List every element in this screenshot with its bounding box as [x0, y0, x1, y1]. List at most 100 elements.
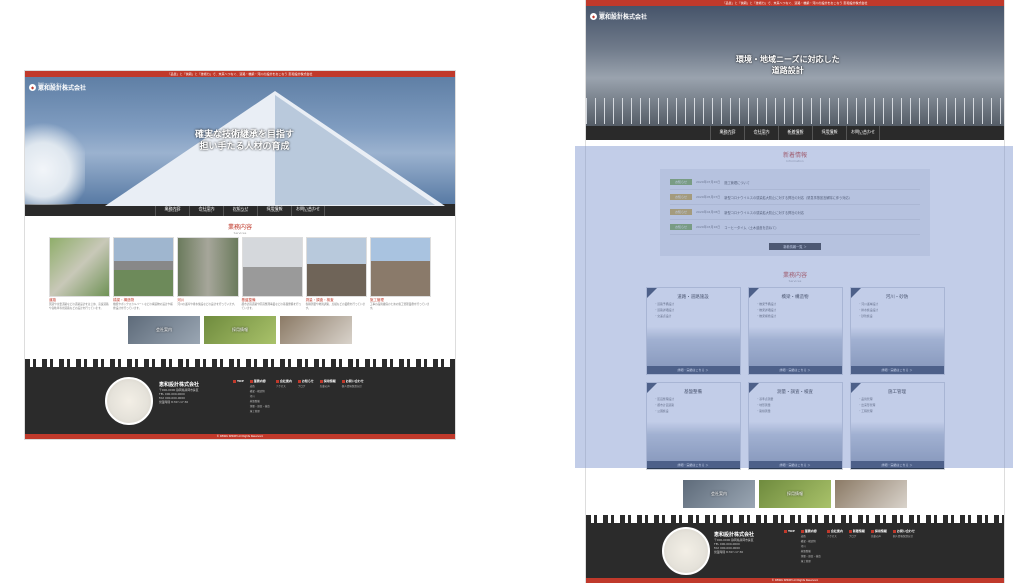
footer-sublink[interactable]: 個人情報保護方針: [342, 384, 364, 388]
footer-sublink[interactable]: 橋梁・構造物: [250, 389, 270, 393]
service-description: 橋梁やボックスカルバートなどの構造物の設計や補修設計を行っています。: [113, 303, 173, 310]
footer-links: TOP 業務内容 道路 橋梁・構造物 河川 基盤整備 測量・調査・検査 施工管理 会社案内…: [784, 529, 915, 563]
footer-link-company[interactable]: 会社案内: [826, 529, 843, 533]
banner-extra[interactable]: [835, 480, 907, 508]
nav-item-contact[interactable]: お問い合わせ Contact: [846, 126, 880, 140]
footer-link-contact[interactable]: お問い合わせ: [341, 379, 364, 383]
banner-recruit[interactable]: 採用情報: [759, 480, 831, 508]
footer-link-label: 採用情報: [874, 529, 887, 533]
footer-link-services[interactable]: 業務内容: [800, 529, 821, 533]
nav-item-company[interactable]: 会社案内 Company: [744, 126, 778, 140]
map-circle[interactable]: [662, 527, 710, 575]
banner-recruit[interactable]: 採用情報: [204, 316, 276, 345]
banner-label: 採用情報: [787, 491, 803, 496]
service-description: 各種測量や地質調査、点検などの業務を行っています。: [305, 303, 366, 310]
service-image: [305, 237, 367, 297]
footer-link-label: 会社案内: [830, 529, 843, 533]
nav-sublabel: Services: [167, 209, 178, 213]
nav-item-careers[interactable]: 採用情報 Careers: [812, 126, 846, 140]
logo-name: 恵和設計株式会社: [599, 14, 648, 21]
footer-sublink[interactable]: 道路: [250, 384, 270, 388]
service-card-bridge[interactable]: 橋梁・構造物 橋梁やボックスカルバートなどの構造物の設計や補修設計を行っています。: [113, 237, 175, 310]
copyright-text: © KEIWA SEKKEI All Rights Reserved.: [216, 435, 264, 438]
footer-sublink[interactable]: 測量・調査・検査: [801, 554, 821, 558]
company-logo[interactable]: ◆ 建設コンサルタント 恵和設計株式会社: [590, 12, 647, 21]
footer-link-label: お問い合わせ: [896, 529, 915, 533]
banner-company[interactable]: 会社案内: [683, 480, 755, 508]
copyright-text: © KEIWA SEKKEI All Rights Reserved.: [771, 579, 819, 582]
service-image: [48, 237, 111, 297]
footer-link-label: 会社案内: [279, 379, 292, 383]
banner-extra[interactable]: [280, 316, 352, 345]
banner-label: 会社案内: [711, 491, 727, 496]
footer-sublink[interactable]: 測量・調査・検査: [250, 404, 270, 408]
services-heading: 業務内容: [227, 224, 252, 231]
logo-mark-icon: ◆: [590, 13, 597, 20]
footer-link-recruit[interactable]: 採用情報: [870, 529, 887, 533]
service-image: [241, 237, 303, 297]
footer-sublink[interactable]: 施工管理: [801, 559, 821, 563]
footer-link-label: お問い合わせ: [345, 379, 364, 383]
footer-sublink[interactable]: ブログ: [298, 384, 314, 388]
banner-label: 採用情報: [232, 327, 248, 333]
hero-bridge: ◆ 建設コンサルタント 恵和設計株式会社 環境・地域ニーズに対応した 道路設計: [586, 6, 1004, 126]
nav-sublabel: Information: [233, 209, 248, 213]
hero-line-1: 環境・地域ニーズに対応した: [736, 54, 840, 64]
service-card-infrastructure[interactable]: 基盤整備 都市計画道路や区画整理事業などの基盤整備を行っています。: [241, 237, 303, 310]
nav-item-services[interactable]: 業務内容 Services: [710, 126, 744, 140]
footer-link-label: 新着情報: [852, 529, 865, 533]
service-card-river[interactable]: 河川 河川の護岸や排水施設などの設計を行っています。: [177, 237, 239, 310]
service-card-road[interactable]: 道路 国道や主要道路などの道路設計をはじめ、高速道路や自動車専用道路などの設計を行…: [48, 237, 111, 310]
service-card-survey[interactable]: 測量・調査・検査 各種測量や地質調査、点検などの業務を行っています。: [305, 237, 367, 310]
footer-link-news[interactable]: 新着情報: [848, 529, 865, 533]
footer-sublink[interactable]: 河川: [250, 394, 270, 398]
footer-link-label: 業務内容: [804, 529, 817, 533]
hero-mount-fuji: ◆ 建設コンサルタント 恵和設計株式会社 確実な技術継承を目指す 担い手たる人材…: [25, 77, 455, 206]
top-announcement-text: 「品質」と「信頼」と「技術力」で、未来へつなぐ、道路・橋梁・河川の設計をおこなう…: [722, 1, 868, 5]
nav-sublabel: Contact: [858, 132, 868, 136]
footer-link-label: お知らせ: [301, 379, 314, 383]
footer-link-services[interactable]: 業務内容: [249, 379, 270, 383]
cloud-decoration: [25, 117, 85, 205]
nav-sublabel: Services: [722, 132, 733, 136]
company-logo[interactable]: ◆ 建設コンサルタント 恵和設計株式会社: [29, 83, 86, 92]
map-circle[interactable]: [105, 377, 153, 425]
nav-sublabel: Careers: [269, 209, 280, 213]
nav-sublabel: Information: [788, 132, 803, 136]
footer-sublink[interactable]: 施工管理: [250, 409, 270, 413]
footer-sublink[interactable]: アクセス: [827, 534, 843, 538]
nav-sublabel: Company: [200, 209, 213, 213]
service-image: [113, 237, 175, 297]
service-description: 工事の品質確保のための施工管理業務を行っています。: [369, 303, 430, 310]
footer-sublink[interactable]: 河川: [801, 544, 821, 548]
footer-link-news[interactable]: お知らせ: [297, 379, 314, 383]
footer-link-top[interactable]: TOP: [784, 529, 795, 533]
city-skyline-silhouette: [25, 359, 455, 369]
top-announcement-text: 「品質」と「信頼」と「技術力」で、未来へつなぐ、道路・橋梁・河川の設計をおこなう…: [167, 72, 313, 76]
left-page-mockup: 「品質」と「信頼」と「技術力」で、未来へつなぐ、道路・橋梁・河川の設計をおこなう…: [24, 70, 456, 440]
footer: 恵和設計株式会社 〒000-0000 静岡県静岡市葵区 TEL 000-000-…: [586, 515, 1004, 583]
hero-line-2: 担い手たる人材の育成: [199, 142, 290, 152]
service-card-construction[interactable]: 施工管理 工事の品質確保のための施工管理業務を行っています。: [369, 237, 432, 310]
copyright-bar: © KEIWA SEKKEI All Rights Reserved.: [586, 578, 1004, 583]
footer-sublink[interactable]: アクセス: [276, 384, 292, 388]
footer-sublink[interactable]: 先輩の声: [320, 384, 336, 388]
footer-sublink[interactable]: 基盤整備: [250, 399, 270, 403]
footer-link-recruit[interactable]: 採用情報: [319, 379, 336, 383]
hero-catchcopy: 確実な技術継承を目指す 担い手たる人材の育成: [195, 129, 294, 153]
footer-sublink[interactable]: ブログ: [849, 534, 865, 538]
footer-sublink[interactable]: 基盤整備: [801, 549, 821, 553]
service-description: 国道や主要道路などの道路設計をはじめ、高速道路や自動車専用道路などの設計を行って…: [48, 303, 109, 310]
footer-sublink[interactable]: 先輩の声: [871, 534, 887, 538]
footer-hours: 営業時間 8:30〜17:30: [159, 400, 189, 404]
footer-link-company[interactable]: 会社案内: [275, 379, 292, 383]
footer-sublink[interactable]: 橋梁・構造物: [801, 539, 821, 543]
banner-company[interactable]: 会社案内: [128, 316, 200, 345]
footer-link-top[interactable]: TOP: [233, 379, 244, 383]
footer-sublink[interactable]: 道路: [801, 534, 821, 538]
nav-item-information[interactable]: 新着情報 Information: [778, 126, 812, 140]
footer-link-contact[interactable]: お問い合わせ: [892, 529, 915, 533]
footer-sublink[interactable]: 個人情報保護方針: [893, 534, 915, 538]
city-skyline-silhouette: [586, 515, 1004, 525]
footer: 恵和設計株式会社 〒000-0000 静岡県静岡市葵区 TEL 000-000-…: [25, 359, 455, 439]
